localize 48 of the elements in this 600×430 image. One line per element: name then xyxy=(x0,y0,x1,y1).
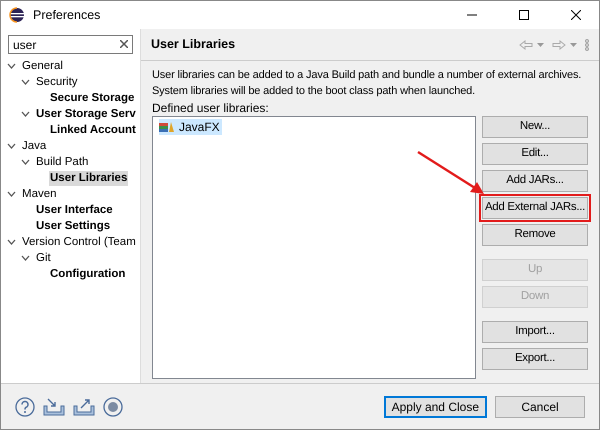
tree-item[interactable]: User Interface xyxy=(35,202,114,218)
action-button[interactable]: Export... xyxy=(482,348,588,370)
window-title: Preferences xyxy=(33,6,102,24)
filter-field[interactable]: user xyxy=(8,35,133,54)
tree-item[interactable]: Build Path xyxy=(35,154,90,170)
app-icon xyxy=(9,7,25,23)
page-title: User Libraries xyxy=(151,36,236,54)
close-icon[interactable] xyxy=(571,10,581,20)
tree-item[interactable]: User Settings xyxy=(35,218,112,234)
action-button[interactable]: New... xyxy=(482,116,588,138)
tree-item[interactable]: Configuration xyxy=(49,266,126,282)
action-button[interactable]: Add JARs... xyxy=(482,170,588,192)
tree-item[interactable]: Security xyxy=(35,74,79,90)
tree-item[interactable]: General xyxy=(21,58,64,74)
chevron-down-icon[interactable] xyxy=(21,111,30,117)
tree-item[interactable]: User Storage Serv xyxy=(35,106,137,122)
action-button[interactable]: Remove xyxy=(482,224,588,246)
library-item[interactable]: JavaFX xyxy=(159,119,222,135)
import-icon[interactable] xyxy=(43,396,65,416)
library-list[interactable]: JavaFX xyxy=(152,116,476,379)
chevron-down-icon[interactable] xyxy=(7,191,16,197)
tree-item[interactable]: Java xyxy=(21,138,48,154)
chevron-down-icon[interactable] xyxy=(21,79,30,85)
chevron-down-icon[interactable] xyxy=(21,159,30,165)
action-button[interactable]: Add External JARs... xyxy=(482,197,588,219)
tree-item[interactable]: Git xyxy=(35,250,52,266)
dialog-button[interactable]: Apply and Close xyxy=(384,396,487,418)
tree-item[interactable]: Maven xyxy=(21,186,58,202)
description-text: System libraries will be added to the boot class path when launched. xyxy=(152,84,476,99)
action-button[interactable]: Import... xyxy=(482,321,588,343)
maximize-icon[interactable] xyxy=(519,10,529,20)
tree-item[interactable]: Secure Storage xyxy=(49,90,136,106)
record-icon[interactable] xyxy=(103,396,123,416)
library-icon xyxy=(159,121,175,133)
dialog-button[interactable]: Cancel xyxy=(495,396,585,418)
chevron-down-icon[interactable] xyxy=(7,143,16,149)
export-icon[interactable] xyxy=(73,396,95,416)
action-button[interactable]: Edit... xyxy=(482,143,588,165)
tree-item[interactable]: User Libraries xyxy=(49,170,128,186)
description-text: User libraries can be added to a Java Build path and bundle a number of external archives. xyxy=(152,68,582,83)
chevron-down-icon[interactable] xyxy=(7,63,16,69)
tree-item[interactable]: Linked Account xyxy=(49,122,137,138)
clear-icon[interactable] xyxy=(120,40,128,48)
chevron-down-icon[interactable] xyxy=(21,255,30,261)
chevron-down-icon[interactable] xyxy=(7,239,16,245)
help-icon[interactable] xyxy=(15,396,35,416)
list-label: Defined user libraries: xyxy=(152,100,270,116)
tree-item[interactable]: Version Control (Team xyxy=(21,234,137,250)
